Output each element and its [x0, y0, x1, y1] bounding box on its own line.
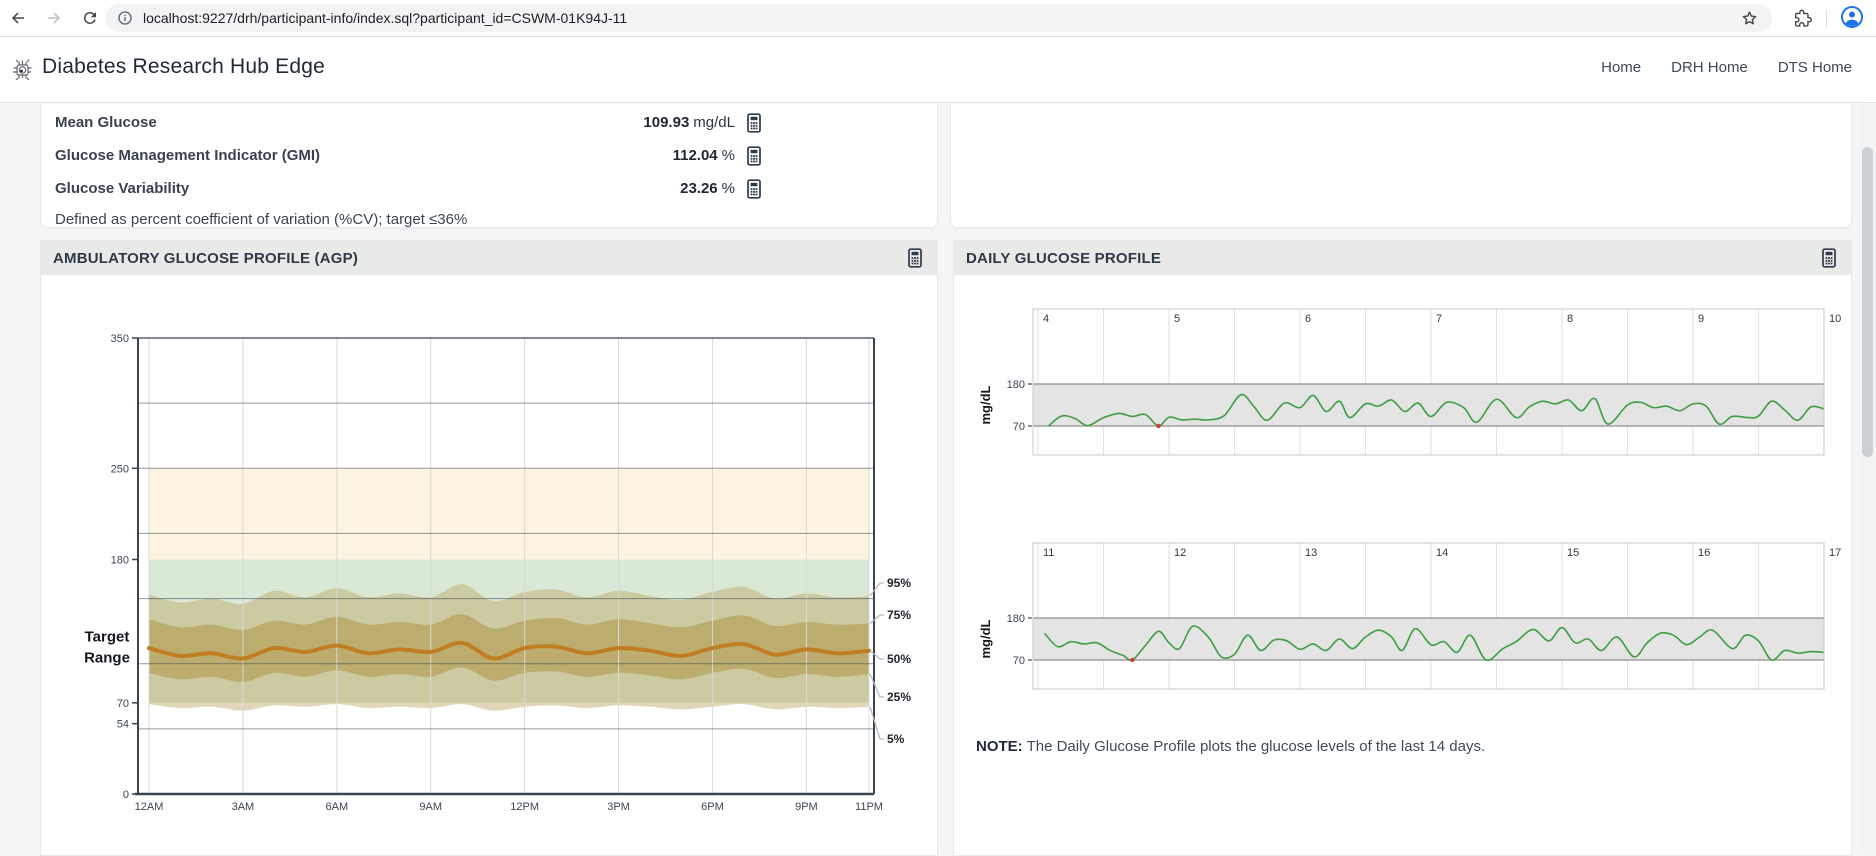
back-icon[interactable]	[6, 6, 30, 30]
agp-panel-header: AMBULATORY GLUCOSE PROFILE (AGP)	[41, 241, 937, 275]
daily-chart-week1: 4 5 6 7 8 9 10 180 70 mg/dL	[978, 308, 1841, 456]
svg-text:3AM: 3AM	[232, 801, 255, 813]
metric-value: 112.04	[672, 147, 718, 164]
svg-text:0: 0	[123, 789, 129, 801]
svg-text:180: 180	[1007, 613, 1025, 625]
toolbar-divider	[1826, 10, 1827, 27]
svg-text:25%: 25%	[887, 690, 911, 704]
svg-text:Range: Range	[84, 650, 130, 667]
daily-profile-note: NOTE: The Daily Glucose Profile plots th…	[976, 738, 1485, 755]
svg-text:12PM: 12PM	[510, 801, 539, 813]
scrollbar[interactable]	[1859, 37, 1876, 855]
svg-text:mg/dL: mg/dL	[978, 385, 993, 424]
site-info-icon[interactable]	[117, 10, 133, 26]
svg-text:50%: 50%	[887, 652, 911, 666]
svg-text:10: 10	[1829, 313, 1841, 325]
scrollbar-thumb[interactable]	[1862, 147, 1873, 457]
svg-text:180: 180	[1007, 379, 1025, 391]
metric-row-gmi: Glucose Management Indicator (GMI) 112.0…	[55, 139, 764, 172]
svg-text:54: 54	[117, 719, 129, 731]
forward-icon[interactable]	[42, 6, 66, 30]
calculator-icon[interactable]	[744, 145, 764, 166]
svg-text:70: 70	[1013, 655, 1025, 667]
agp-chart: 0 54 70 180 250 350 12AM 3AM 6AM 9AM 12PM 3PM 6PM 9PM…	[84, 333, 911, 813]
svg-text:6: 6	[1305, 313, 1311, 325]
calculator-icon[interactable]	[744, 112, 764, 133]
svg-text:95%: 95%	[887, 576, 911, 590]
svg-text:14: 14	[1436, 547, 1448, 559]
url-text: localhost:9227/drh/participant-info/inde…	[143, 10, 628, 26]
glucose-metrics-card: Mean Glucose 109.93 mg/dL Glucose Manage…	[40, 104, 938, 228]
svg-text:70: 70	[1013, 421, 1025, 433]
svg-text:7: 7	[1436, 313, 1442, 325]
variability-footnote: Defined as percent coefficient of variat…	[55, 211, 468, 228]
svg-text:9PM: 9PM	[795, 801, 818, 813]
svg-text:180: 180	[111, 554, 129, 566]
metric-label: Glucose Variability	[55, 180, 190, 197]
svg-text:70: 70	[117, 698, 129, 710]
bookmark-star-icon[interactable]	[1737, 6, 1761, 30]
profile-icon[interactable]	[1840, 5, 1864, 29]
chip-logo-icon	[8, 56, 36, 89]
calculator-icon[interactable]	[905, 248, 925, 268]
daily-panel-title: DAILY GLUCOSE PROFILE	[966, 249, 1162, 267]
svg-text:13: 13	[1305, 547, 1317, 559]
svg-text:5: 5	[1174, 313, 1180, 325]
app-title: Diabetes Research Hub Edge	[42, 55, 326, 78]
note-text: The Daily Glucose Profile plots the gluc…	[1022, 738, 1486, 755]
empty-card	[950, 104, 1852, 228]
reload-icon[interactable]	[78, 6, 102, 30]
svg-text:17: 17	[1829, 547, 1841, 559]
calculator-icon[interactable]	[744, 178, 764, 199]
svg-text:75%: 75%	[887, 608, 911, 622]
metric-label: Glucose Management Indicator (GMI)	[55, 147, 321, 164]
metric-unit: %	[721, 147, 735, 164]
main-nav: Home DRH Home DTS Home	[1601, 59, 1852, 76]
extensions-icon[interactable]	[1790, 6, 1814, 30]
svg-text:6AM: 6AM	[326, 801, 349, 813]
daily-chart-week2: 11 12 13 14 15 16 17 180 70 mg/dL	[978, 542, 1841, 690]
svg-text:6PM: 6PM	[701, 801, 724, 813]
svg-text:9: 9	[1698, 313, 1704, 325]
daily-glucose-panel: DAILY GLUCOSE PROFILE 4 5 6 7 8 9 10 180 70 mg/dL…	[953, 240, 1852, 856]
address-bar[interactable]: localhost:9227/drh/participant-info/inde…	[105, 4, 1772, 32]
metric-row-mean-glucose: Mean Glucose 109.93 mg/dL	[55, 106, 764, 139]
svg-text:16: 16	[1698, 547, 1710, 559]
calculator-icon[interactable]	[1819, 248, 1839, 268]
nav-link-dts-home[interactable]: DTS Home	[1778, 59, 1852, 76]
svg-text:15: 15	[1567, 547, 1579, 559]
metric-value: 23.26	[680, 180, 718, 197]
svg-text:11PM: 11PM	[855, 801, 883, 813]
svg-text:4: 4	[1043, 313, 1049, 325]
svg-text:12: 12	[1174, 547, 1186, 559]
daily-panel-header: DAILY GLUCOSE PROFILE	[954, 241, 1851, 275]
agp-panel: AMBULATORY GLUCOSE PROFILE (AGP) 0 54 70 18…	[40, 240, 938, 856]
metric-unit: %	[721, 180, 735, 197]
note-label: NOTE:	[976, 738, 1023, 755]
metric-row-glucose-variability: Glucose Variability 23.26 %	[55, 172, 764, 205]
svg-text:8: 8	[1567, 313, 1573, 325]
nav-link-home[interactable]: Home	[1601, 59, 1641, 76]
svg-text:350: 350	[111, 333, 129, 345]
app-header: Diabetes Research Hub Edge Home DRH Home…	[0, 37, 1876, 103]
svg-text:3PM: 3PM	[607, 801, 630, 813]
metric-value: 109.93	[643, 114, 690, 131]
svg-text:250: 250	[111, 463, 129, 475]
svg-text:11: 11	[1043, 547, 1054, 559]
svg-text:12AM: 12AM	[135, 801, 164, 813]
svg-text:9AM: 9AM	[419, 801, 442, 813]
svg-text:mg/dL: mg/dL	[978, 619, 993, 658]
metric-unit: mg/dL	[693, 114, 735, 131]
browser-chrome: localhost:9227/drh/participant-info/inde…	[0, 0, 1876, 37]
agp-panel-title: AMBULATORY GLUCOSE PROFILE (AGP)	[53, 249, 359, 267]
metric-label: Mean Glucose	[55, 114, 157, 131]
svg-text:Target: Target	[85, 629, 130, 646]
nav-link-drh-home[interactable]: DRH Home	[1671, 59, 1748, 76]
svg-text:5%: 5%	[887, 732, 905, 746]
